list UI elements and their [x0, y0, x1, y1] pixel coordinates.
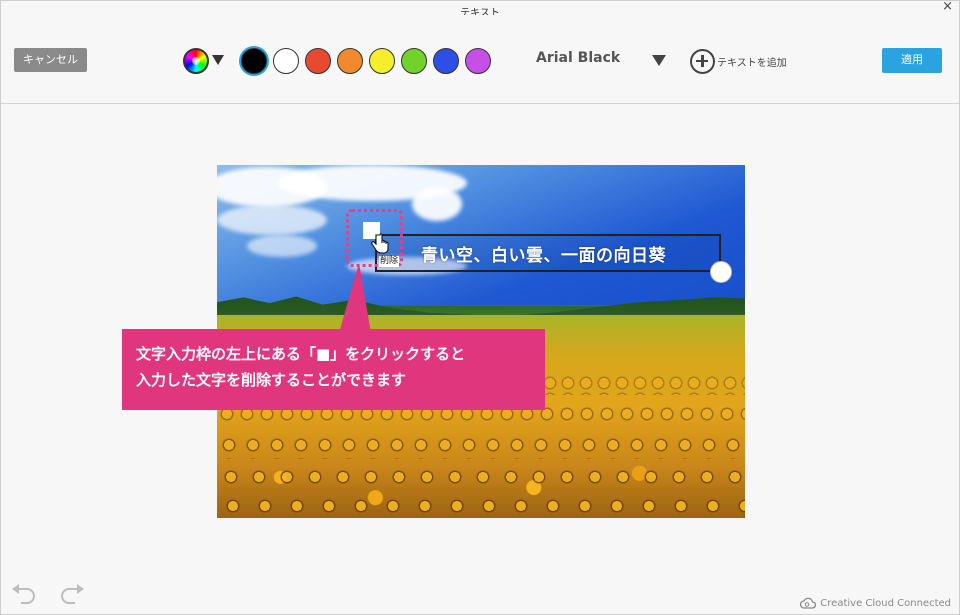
cc-status-label: Creative Cloud Connected — [820, 597, 951, 609]
hand-cursor-icon — [371, 233, 389, 254]
cloud-shape — [217, 205, 327, 235]
close-icon[interactable]: × — [942, 0, 953, 14]
resize-handle[interactable] — [710, 261, 732, 283]
swatch-orange[interactable] — [337, 48, 363, 74]
flower-row — [217, 435, 745, 459]
text-toolbar: キャンセル Arial Black テキストを追加 適用 — [1, 15, 959, 104]
undo-icon[interactable] — [9, 581, 37, 607]
font-dropdown-icon[interactable] — [652, 55, 666, 66]
overlay-text[interactable]: 青い空、白い雲、一面の向日葵 — [421, 241, 666, 266]
add-text-label: テキストを追加 — [717, 57, 787, 69]
swatch-green[interactable] — [401, 48, 427, 74]
swatch-white[interactable] — [273, 48, 299, 74]
cloud-shape — [247, 235, 317, 257]
redo-icon[interactable] — [59, 581, 87, 607]
swatch-red[interactable] — [305, 48, 331, 74]
creative-cloud-status: Creative Cloud Connected — [800, 597, 951, 609]
color-picker-dropdown-icon[interactable] — [212, 55, 224, 65]
cancel-button[interactable]: キャンセル — [14, 48, 87, 72]
color-wheel-icon[interactable] — [183, 48, 209, 74]
delete-tooltip: 削除 — [379, 256, 400, 267]
font-selector[interactable]: Arial Black — [536, 50, 620, 66]
swatch-purple[interactable] — [465, 48, 491, 74]
callout-line-2: 入力した文字を削除することができます — [136, 371, 407, 389]
plus-circle-icon — [690, 48, 715, 74]
creative-cloud-icon — [800, 597, 817, 609]
annotation-callout: 文字入力枠の左上にある「■」をクリックすると 入力した文字を削除することができま… — [122, 329, 545, 410]
swatch-blue[interactable] — [433, 48, 459, 74]
callout-pointer — [339, 263, 371, 333]
swatch-yellow[interactable] — [369, 48, 395, 74]
add-text-button[interactable]: テキストを追加 — [690, 48, 787, 74]
cloud-shape — [412, 187, 462, 221]
color-swatches — [241, 48, 491, 74]
callout-line-1: 文字入力枠の左上にある「■」をクリックすると — [136, 345, 466, 363]
apply-button[interactable]: 適用 — [882, 48, 942, 73]
flower-row — [217, 465, 745, 493]
swatch-black[interactable] — [241, 48, 267, 74]
text-dialog-window: テキスト × キャンセル Arial Black テキストを追加 適用 青い空、… — [0, 0, 960, 615]
flower-row — [217, 493, 745, 518]
